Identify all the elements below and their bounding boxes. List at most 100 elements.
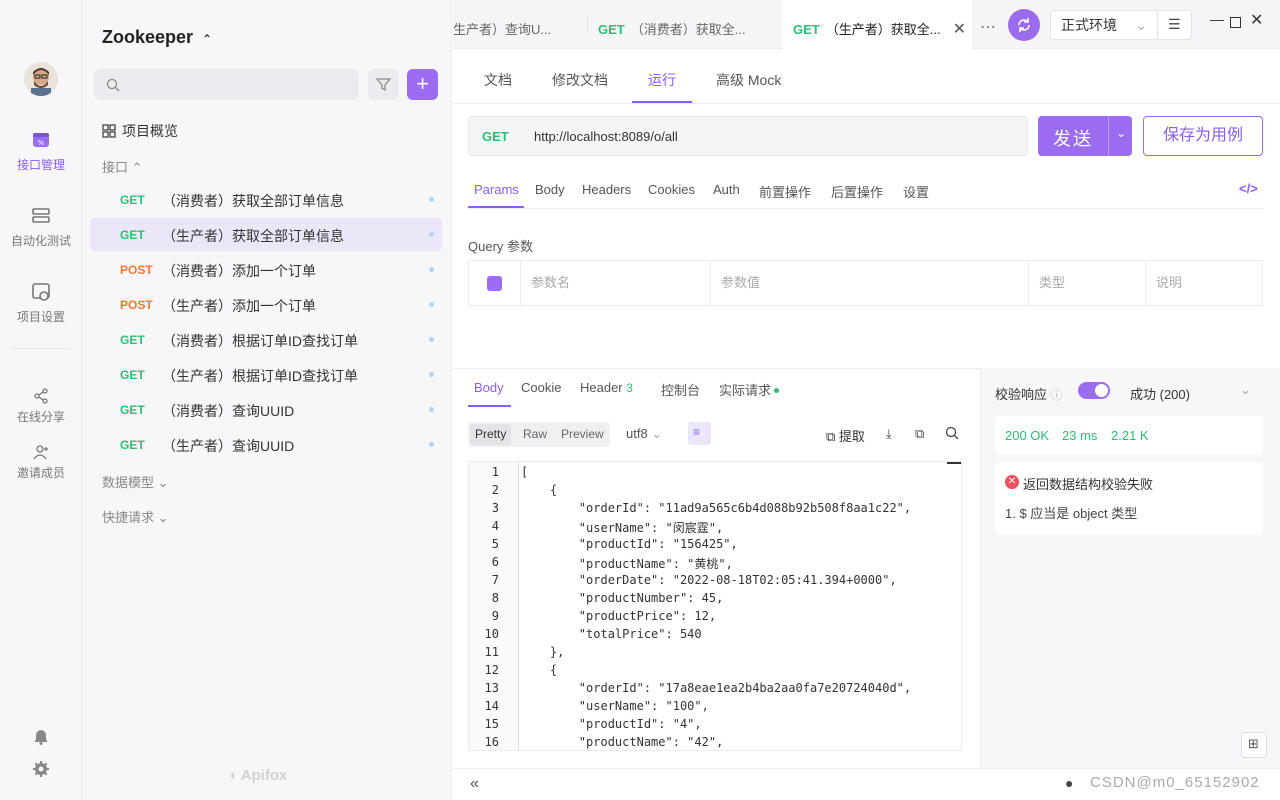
tab-console[interactable]: 控制台: [661, 380, 700, 399]
tab-response-cookie[interactable]: Cookie: [521, 380, 561, 395]
api-item[interactable]: GET （消费者）获取全部订单信息: [90, 183, 442, 216]
select-all-checkbox[interactable]: [487, 276, 502, 299]
download-icon[interactable]: ⤓: [886, 426, 892, 442]
close-icon[interactable]: ✕: [953, 0, 966, 49]
preview-button[interactable]: Preview: [561, 427, 604, 441]
tab-edit-doc[interactable]: 修改文档: [552, 70, 608, 90]
env-select[interactable]: 正式环境 ⌄: [1050, 10, 1158, 40]
tab-body[interactable]: Body: [535, 182, 565, 197]
maximize-icon[interactable]: [1230, 17, 1241, 28]
tab-cookies[interactable]: Cookies: [648, 182, 695, 197]
tab-pre-actions[interactable]: 前置操作: [759, 182, 811, 201]
tab-request[interactable]: 生产者）查询U...: [453, 0, 587, 49]
env-label: 正式环境: [1061, 17, 1117, 33]
code-gen-icon[interactable]: </>: [1239, 181, 1258, 196]
rail-item-share[interactable]: 在线分享: [0, 388, 82, 425]
save-as-case-button[interactable]: 保存为用例: [1143, 116, 1263, 156]
tab-label: Header: [580, 380, 623, 395]
method-badge: GET: [120, 228, 145, 242]
api-name: （消费者）查询UUID: [162, 403, 295, 419]
bell-icon[interactable]: [32, 727, 50, 748]
api-item[interactable]: GET （消费者）查询UUID: [90, 393, 442, 426]
tab-doc[interactable]: 文档: [484, 70, 512, 90]
invite-icon: [31, 444, 51, 460]
folder-quick-request[interactable]: 快捷请求 ⌄: [102, 507, 169, 526]
layout-toggle[interactable]: ⊞: [1241, 732, 1267, 758]
code-line: "orderDate": "2022-08-18T02:05:41.394+00…: [521, 573, 897, 587]
rail-item-automation-test[interactable]: 自动化测试: [0, 206, 82, 249]
search-input[interactable]: [94, 69, 359, 100]
api-item[interactable]: GET （生产者）根据订单ID查找订单: [90, 358, 442, 391]
encoding-select[interactable]: utf8 ⌄: [626, 426, 662, 442]
tab-method: GET: [598, 22, 625, 37]
rail-label: 自动化测试: [10, 234, 71, 248]
filter-button[interactable]: [368, 69, 399, 100]
tab-response-body[interactable]: Body: [474, 380, 504, 395]
column-header: 类型: [1029, 261, 1146, 305]
tab-run[interactable]: 运行: [648, 70, 676, 90]
pretty-button[interactable]: Pretty: [470, 424, 512, 445]
scrollbar-thumb[interactable]: [947, 462, 961, 470]
minimize-icon[interactable]: —: [1210, 11, 1224, 27]
project-switcher[interactable]: Zookeeper ⌃: [102, 27, 212, 48]
menu-icon: ☰: [1168, 16, 1181, 32]
tab-actual-request[interactable]: 实际请求: [719, 380, 780, 399]
validate-toggle[interactable]: [1078, 382, 1110, 399]
tab-request-active[interactable]: GET （生产者）获取全... ✕: [782, 0, 972, 49]
api-item-selected[interactable]: GET （生产者）获取全部订单信息: [90, 218, 442, 251]
status-dot: [429, 337, 434, 342]
api-item[interactable]: GET （生产者）查询UUID: [90, 428, 442, 461]
search-icon[interactable]: [945, 426, 959, 443]
column-header: 说明: [1156, 275, 1183, 290]
rail-item-invite[interactable]: 邀请成员: [0, 444, 82, 481]
tab-settings[interactable]: 设置: [903, 182, 929, 201]
api-name: （生产者）获取全部订单信息: [162, 228, 344, 244]
method-select[interactable]: GET: [482, 129, 509, 144]
wrap-toggle[interactable]: ≡: [688, 422, 711, 445]
tab-request[interactable]: GET （消费者）获取全...: [598, 0, 778, 49]
api-name: （消费者）根据订单ID查找订单: [162, 333, 358, 349]
code-line: "userName": "闵宸霆",: [521, 521, 724, 535]
chevron-down-icon[interactable]: ⌄: [1240, 382, 1251, 398]
tab-headers[interactable]: Headers: [582, 182, 631, 197]
tab-response-header[interactable]: Header 3: [580, 380, 633, 395]
avatar[interactable]: [24, 62, 58, 96]
tab-auth[interactable]: Auth: [713, 182, 740, 197]
send-button[interactable]: 发送 ⌄: [1038, 116, 1132, 156]
api-item[interactable]: POST （生产者）添加一个订单: [90, 288, 442, 321]
rail-item-project-settings[interactable]: 项目设置: [0, 282, 82, 325]
url-bar[interactable]: GET http://localhost:8089/o/all: [468, 116, 1028, 156]
add-button[interactable]: +: [407, 69, 438, 100]
tab-post-actions[interactable]: 后置操作: [831, 182, 883, 201]
window-close-icon[interactable]: ✕: [1250, 10, 1263, 30]
url-input[interactable]: http://localhost:8089/o/all: [534, 129, 678, 144]
api-sidebar: Zookeeper ⌃ + 项目概览 接口 ⌃ GET （消费者）获取全部订单信息…: [82, 0, 452, 800]
chevron-down-icon[interactable]: ⌄: [1116, 126, 1126, 140]
folder-interfaces[interactable]: 接口 ⌃: [102, 157, 143, 176]
code-line: "productPrice": 12,: [521, 609, 717, 623]
tab-params[interactable]: Params: [474, 182, 519, 197]
rail-item-api-management[interactable]: % 接口管理: [0, 130, 82, 173]
line-number: 7: [491, 573, 499, 587]
wrap-icon: ≡: [693, 425, 701, 439]
help-icon: ⓘ: [1050, 388, 1063, 402]
cookie-manager-icon[interactable]: ●: [1065, 775, 1073, 791]
validate-result-select[interactable]: 成功 (200): [1130, 384, 1190, 403]
response-code-editor[interactable]: 1 [2 {3 "orderId": "11ad9a565c6b4d088b92b…: [468, 461, 962, 751]
api-item[interactable]: POST （消费者）添加一个订单: [90, 253, 442, 286]
raw-button[interactable]: Raw: [523, 427, 547, 441]
ptabs-divider: [468, 208, 1263, 209]
folder-data-model[interactable]: 数据模型 ⌄: [102, 472, 169, 491]
brand-name: Apifox: [240, 767, 288, 784]
api-item[interactable]: GET （消费者）根据订单ID查找订单: [90, 323, 442, 356]
code-line: "userName": "100",: [521, 699, 709, 713]
overview-item[interactable]: 项目概览: [102, 121, 178, 141]
more-tabs-icon[interactable]: ⋯: [980, 17, 996, 37]
sync-button[interactable]: [1008, 9, 1040, 41]
tab-mock[interactable]: 高级 Mock: [716, 70, 781, 90]
copy-icon[interactable]: ⧉: [915, 426, 924, 442]
env-menu-button[interactable]: ☰: [1158, 10, 1192, 40]
gear-icon[interactable]: [32, 760, 50, 781]
extract-button[interactable]: ⧉ 提取: [826, 426, 865, 445]
collapse-sidebar-icon[interactable]: «: [470, 775, 479, 793]
